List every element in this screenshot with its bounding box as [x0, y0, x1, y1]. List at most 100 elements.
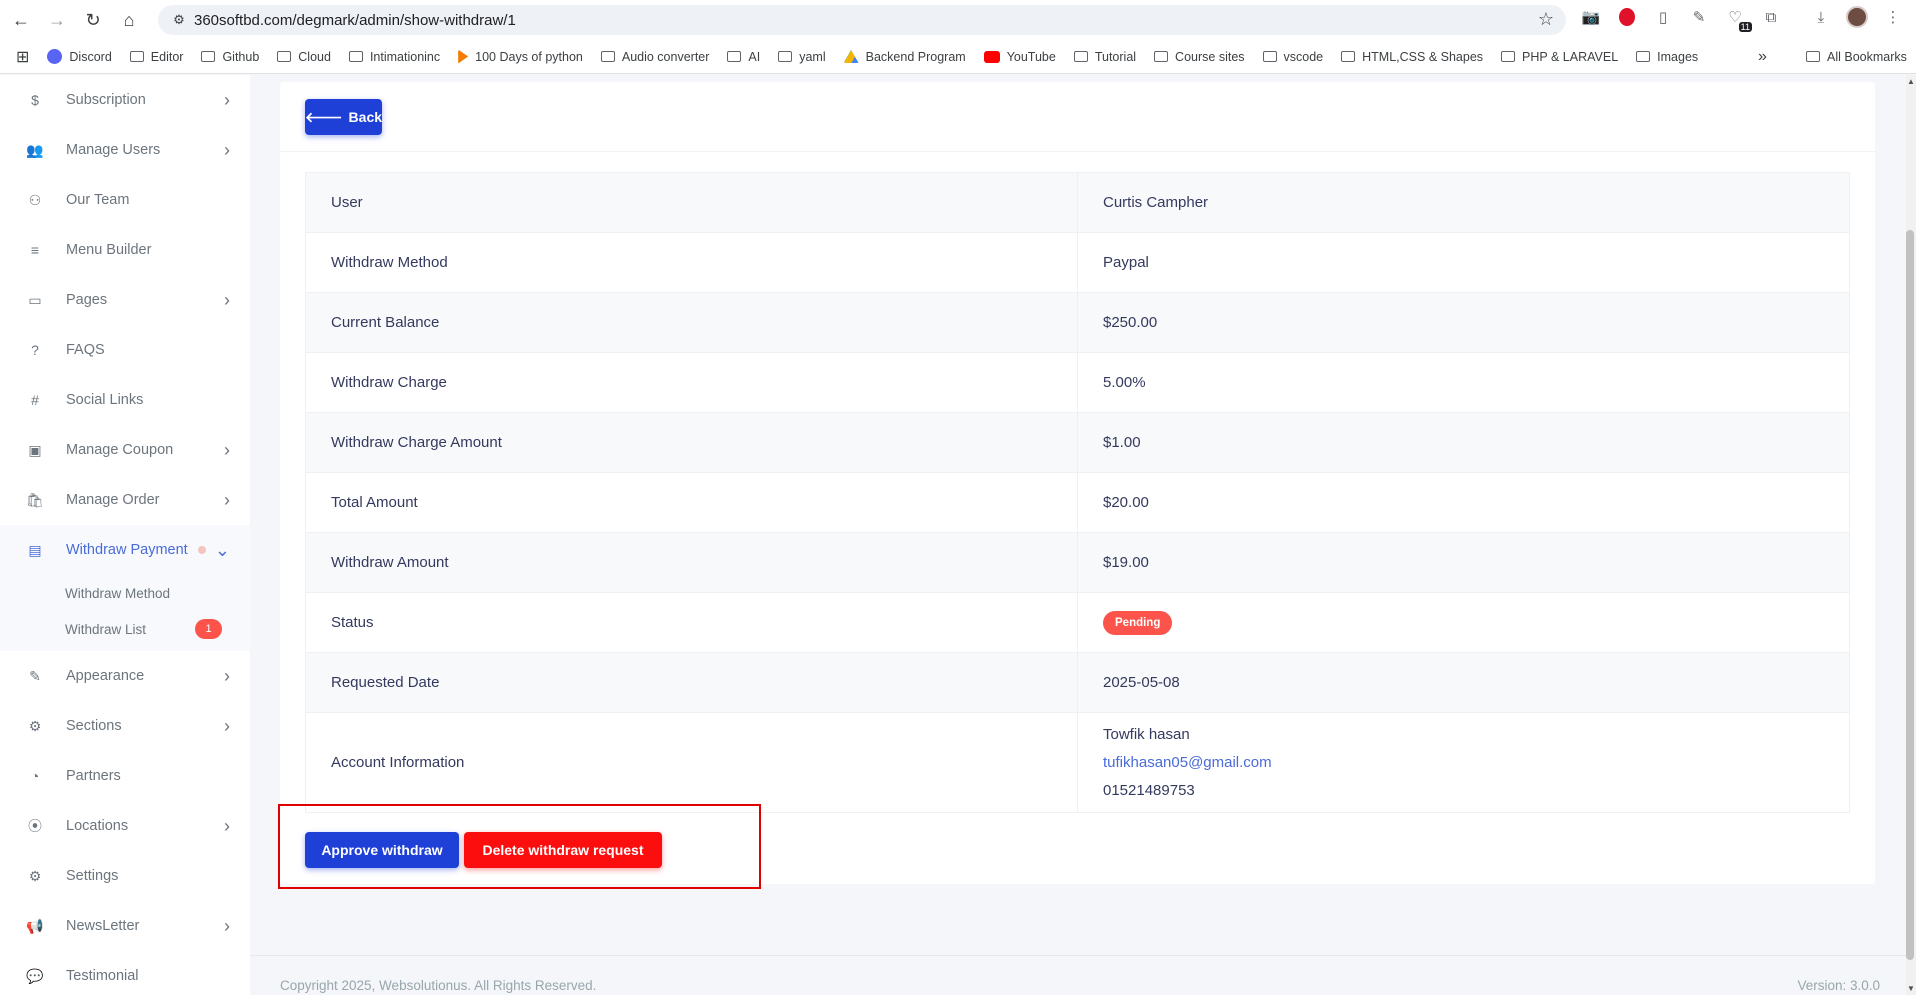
scrollbar-thumb[interactable] — [1906, 230, 1914, 960]
table-row: Withdraw Charge Amount $1.00 — [305, 412, 1850, 473]
shopping-bag-icon: 🛍 — [26, 491, 44, 508]
site-info-icon[interactable]: ⚙ — [164, 12, 194, 28]
sidebar: $ Subscription › 👥 Manage Users › ⚇ Our Team … — [0, 75, 250, 995]
chevron-right-icon: › — [224, 289, 230, 310]
scroll-down-icon[interactable]: ▼ — [1906, 984, 1916, 993]
megaphone-icon: 📢 — [26, 917, 44, 934]
discord-icon — [47, 49, 63, 64]
table-row: Total Amount $20.00 — [305, 472, 1850, 533]
download-icon[interactable]: ⤓ — [1810, 6, 1832, 28]
clipboard-icon[interactable]: ▯ — [1652, 6, 1674, 28]
bookmark-yaml[interactable]: yaml — [778, 50, 826, 64]
approve-withdraw-button[interactable]: Approve withdraw — [305, 832, 459, 868]
arrow-left-icon: 🡐 — [305, 108, 343, 125]
sidebar-item-our-team[interactable]: ⚇ Our Team — [0, 175, 250, 225]
sidebar-item-manage-coupon[interactable]: ▣ Manage Coupon › — [0, 425, 250, 475]
table-row-account-information: Account Information Towfik hasan tufikha… — [305, 712, 1850, 813]
bookmark-intimationinc[interactable]: Intimationinc — [348, 50, 440, 64]
bookmark-backend-program[interactable]: Backend Program — [843, 50, 966, 64]
bars-icon: ≡ — [30, 242, 40, 258]
home-icon[interactable]: ⌂ — [114, 5, 144, 35]
coupon-icon: ▣ — [28, 441, 42, 458]
sidebar-item-menu-builder[interactable]: ≡ Menu Builder — [0, 225, 250, 275]
sidebar-item-manage-users[interactable]: 👥 Manage Users › — [0, 125, 250, 175]
sidebar-item-pages[interactable]: ▭ Pages › — [0, 275, 250, 325]
puzzle-icon[interactable]: ⧉ — [1760, 6, 1782, 28]
withdraw-details-table: User Curtis Campher Withdraw Method Paypal… — [305, 172, 1850, 813]
bookmark-youtube[interactable]: YouTube — [983, 50, 1056, 64]
hashtag-icon: # — [31, 392, 39, 408]
back-button[interactable]: 🡐 Back — [305, 99, 382, 135]
bookmark-github[interactable]: Github — [201, 50, 259, 64]
sidebar-subitem-withdraw-list[interactable]: Withdraw List 1 — [0, 611, 250, 647]
map-pin-icon: ⦿ — [28, 818, 42, 834]
sidebar-item-settings[interactable]: ⚙ Settings — [0, 851, 250, 901]
reload-icon[interactable]: ↻ — [78, 5, 108, 35]
extension-badge-icon[interactable]: ♡ 11 — [1724, 6, 1752, 32]
chevron-double-right-icon[interactable]: » — [1758, 48, 1767, 66]
bookmark-tutorial[interactable]: Tutorial — [1073, 50, 1136, 64]
all-bookmarks[interactable]: All Bookmarks — [1806, 50, 1907, 64]
sidebar-item-withdraw-payment[interactable]: ▤ Withdraw Payment ⌄ — [0, 525, 250, 575]
copyright-text: Copyright 2025, Websolutionus. All Right… — [280, 978, 597, 993]
table-row: Withdraw Amount $19.00 — [305, 532, 1850, 593]
back-arrow-icon[interactable]: ← — [6, 5, 36, 35]
chevron-right-icon: › — [224, 915, 230, 936]
table-row: Current Balance $250.00 — [305, 292, 1850, 353]
bookmark-vscode[interactable]: vscode — [1262, 50, 1323, 64]
apps-grid-icon[interactable]: ⊞ — [16, 47, 29, 67]
account-email-link[interactable]: tufikhasan05@gmail.com — [1103, 749, 1824, 777]
sidebar-item-manage-order[interactable]: 🛍 Manage Order › — [0, 475, 250, 525]
account-phone: 01521489753 — [1103, 781, 1195, 799]
version-text: Version: 3.0.0 — [1797, 978, 1880, 993]
bookmark-html-css-shapes[interactable]: HTML,CSS & Shapes — [1341, 50, 1483, 64]
sidebar-item-partners[interactable]: ◔ Partners — [0, 751, 250, 801]
bookmark-course-sites[interactable]: Course sites — [1154, 50, 1245, 64]
opera-icon[interactable] — [1616, 6, 1638, 28]
bookmark-audio-converter[interactable]: Audio converter — [600, 50, 709, 64]
folder-icon — [600, 51, 615, 62]
camera-icon[interactable]: 📷 — [1580, 6, 1602, 28]
folder-icon — [727, 51, 742, 62]
table-row: Withdraw Method Paypal — [305, 232, 1850, 293]
sidebar-item-locations[interactable]: ⦿ Locations › — [0, 801, 250, 851]
sidebar-item-subscription[interactable]: $ Subscription › — [0, 75, 250, 125]
bookmark-star-icon[interactable]: ☆ — [1538, 9, 1554, 30]
scroll-up-icon[interactable]: ▲ — [1906, 77, 1916, 86]
sidebar-item-social-links[interactable]: # Social Links — [0, 375, 250, 425]
bookmark-images[interactable]: Images — [1636, 50, 1698, 64]
withdraw-actions: Approve withdraw Delete withdraw request — [305, 832, 662, 868]
sidebar-item-sections[interactable]: ⚙ Sections › — [0, 701, 250, 751]
forward-arrow-icon[interactable]: → — [42, 5, 72, 35]
page-scrollbar[interactable]: ▲ ▼ — [1906, 75, 1916, 995]
bookmark-ai[interactable]: AI — [727, 50, 760, 64]
sidebar-item-appearance[interactable]: ✎ Appearance › — [0, 651, 250, 701]
address-bar[interactable]: ⚙ 360softbd.com/degmark/admin/show-withd… — [158, 5, 1566, 35]
question-icon: ? — [31, 342, 39, 358]
profile-avatar[interactable] — [1846, 6, 1868, 28]
kebab-menu-icon[interactable]: ⋮ — [1882, 6, 1904, 28]
eyedropper-icon[interactable]: ✎ — [1688, 6, 1710, 28]
sidebar-item-newsletter[interactable]: 📢 NewsLetter › — [0, 901, 250, 951]
folder-icon — [1341, 51, 1356, 62]
bookmark-100-days-python[interactable]: 100 Days of python — [458, 49, 583, 64]
browser-toolbar: ← → ↻ ⌂ ⚙ 360softbd.com/degmark/admin/sh… — [0, 0, 1916, 40]
sidebar-subitem-withdraw-method[interactable]: Withdraw Method — [0, 575, 250, 611]
bookmark-discord[interactable]: Discord — [47, 49, 112, 64]
withdraw-payment-submenu: Withdraw Method Withdraw List 1 — [0, 575, 250, 651]
comment-icon: 💬 — [26, 967, 44, 984]
bookmark-editor[interactable]: Editor — [129, 50, 183, 64]
delete-withdraw-request-button[interactable]: Delete withdraw request — [464, 832, 662, 868]
sidebar-item-testimonial[interactable]: 💬 Testimonial — [0, 951, 250, 995]
folder-icon — [1262, 51, 1277, 62]
page-icon: ▭ — [28, 291, 42, 308]
folder-icon — [1636, 51, 1651, 62]
chevron-right-icon: › — [224, 665, 230, 686]
chevron-right-icon: › — [224, 815, 230, 836]
sidebar-item-faqs[interactable]: ? FAQS — [0, 325, 250, 375]
bookmark-cloud[interactable]: Cloud — [277, 50, 331, 64]
payment-card-icon: ▤ — [28, 541, 42, 558]
url-text[interactable]: 360softbd.com/degmark/admin/show-withdra… — [194, 12, 516, 29]
folder-icon — [1154, 51, 1169, 62]
bookmark-php-laravel[interactable]: PHP & LARAVEL — [1501, 50, 1618, 64]
